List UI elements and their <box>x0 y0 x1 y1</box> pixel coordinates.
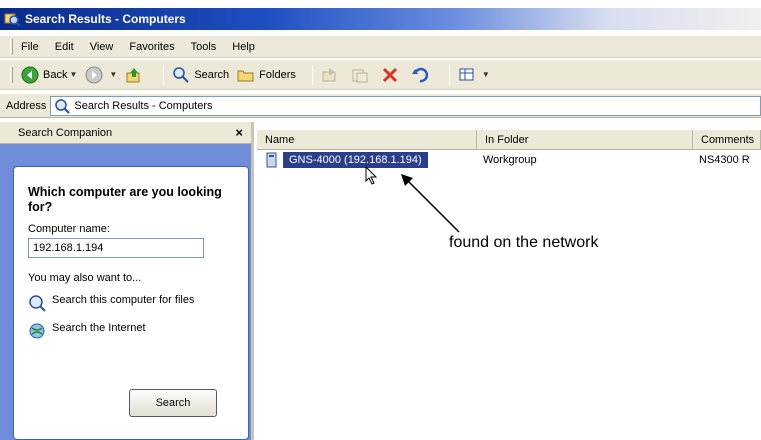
undo-button[interactable] <box>411 66 433 84</box>
annotation-arrow-icon <box>401 174 460 233</box>
search-results-icon <box>4 13 20 27</box>
annotation-label: found on the network <box>449 234 599 251</box>
computer-name-input[interactable] <box>28 238 204 258</box>
address-value: Search Results - Computers <box>74 99 213 112</box>
views-grid-icon <box>459 68 474 80</box>
search-computer-icon <box>29 295 46 312</box>
computer-name-label: Computer name: <box>28 223 110 235</box>
move-to-button[interactable] <box>321 66 343 84</box>
mouse-cursor-icon <box>365 166 378 185</box>
search-internet-link[interactable]: Search the Internet <box>28 322 234 340</box>
menu-file[interactable]: File <box>21 41 39 53</box>
computer-icon <box>266 152 277 168</box>
search-computer-link[interactable]: Search this computer for files <box>28 294 234 312</box>
back-button[interactable]: Back ▼ <box>21 66 77 84</box>
forward-arrow-icon <box>85 66 103 83</box>
undo-icon <box>411 67 428 82</box>
result-comments: NS4300 R <box>699 154 750 166</box>
menu-help[interactable]: Help <box>232 41 255 53</box>
search-button[interactable]: Search <box>172 66 229 84</box>
toolbar-separator-2 <box>311 64 313 85</box>
menu-bar: File Edit View Favorites Tools Help <box>0 36 761 58</box>
menu-tools[interactable]: Tools <box>191 41 217 53</box>
column-header-comments[interactable]: Comments <box>693 130 761 150</box>
search-companion-header: Search Companion × <box>0 122 251 144</box>
search-results-icon <box>55 98 71 114</box>
copy-to-button[interactable] <box>351 66 373 84</box>
up-folder-button[interactable] <box>125 66 147 84</box>
delete-button[interactable] <box>381 66 403 84</box>
search-computer-label: Search this computer for files <box>52 294 195 306</box>
copy-to-icon <box>352 69 368 82</box>
result-name: GNS-4000 (192.168.1.194) <box>283 152 428 168</box>
move-to-icon <box>322 67 336 81</box>
close-icon[interactable]: × <box>235 125 243 140</box>
column-header-name[interactable]: Name <box>257 130 477 150</box>
menu-favorites[interactable]: Favorites <box>129 41 174 53</box>
folders-label: Folders <box>259 68 296 81</box>
views-dropdown-icon[interactable]: ▼ <box>482 70 490 79</box>
folders-icon <box>237 70 254 81</box>
back-arrow-icon <box>21 66 39 83</box>
search-label: Search <box>194 68 230 81</box>
search-icon <box>173 66 190 83</box>
address-label: Address <box>6 99 47 112</box>
toolbar-separator <box>163 64 165 85</box>
back-dropdown-icon[interactable]: ▼ <box>69 70 77 79</box>
menu-edit[interactable]: Edit <box>55 41 74 53</box>
toolbar-grip[interactable] <box>10 66 13 83</box>
up-folder-icon <box>126 67 140 82</box>
companion-card: Which computer are you looking for? Comp… <box>13 166 249 440</box>
result-folder: Workgroup <box>483 154 537 166</box>
forward-button[interactable]: ▼ <box>85 66 117 84</box>
menu-grip[interactable] <box>10 38 13 55</box>
window-title: Search Results - Computers <box>25 12 186 26</box>
delete-x-icon <box>382 67 397 82</box>
toolbar: Back ▼ ▼ Search Folders ▼ <box>0 60 761 90</box>
title-bar: Search Results - Computers <box>0 8 761 30</box>
back-label: Back <box>43 68 68 81</box>
also-label: You may also want to... <box>28 272 142 284</box>
views-button[interactable]: ▼ <box>458 66 490 84</box>
column-header-in-folder[interactable]: In Folder <box>477 130 693 150</box>
forward-dropdown-icon[interactable]: ▼ <box>109 70 117 79</box>
result-row[interactable]: GNS-4000 (192.168.1.194) <box>265 150 428 170</box>
toolbar-separator-3 <box>448 64 450 85</box>
menu-view[interactable]: View <box>90 41 114 53</box>
search-submit-button[interactable]: Search <box>129 389 217 417</box>
address-field[interactable]: Search Results - Computers <box>50 95 761 116</box>
address-bar: Address Search Results - Computers <box>0 94 761 118</box>
internet-globe-icon <box>29 323 45 339</box>
search-companion-pane: Search Companion × Which computer are yo… <box>0 122 254 440</box>
search-companion-title: Search Companion <box>18 126 113 139</box>
results-pane: Name In Folder Comments GNS-4000 (192.16… <box>257 122 761 440</box>
search-internet-label: Search the Internet <box>52 322 146 334</box>
folders-button[interactable]: Folders <box>237 66 296 84</box>
question-heading: Which computer are you looking for? <box>28 185 222 214</box>
